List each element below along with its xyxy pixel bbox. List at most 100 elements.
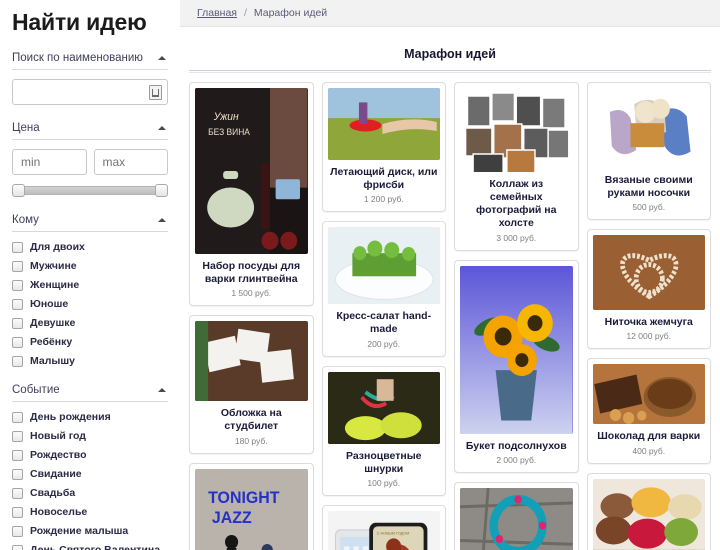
ipad-bear-case-image[interactable]: С НОВЫМ ГОДОМ: [327, 510, 440, 550]
search-box[interactable]: [12, 79, 168, 105]
checkbox-icon[interactable]: [12, 317, 23, 329]
checkbox-icon[interactable]: [12, 506, 23, 518]
idea-card[interactable]: Браслет для украшения милого сердцу запя…: [454, 481, 579, 550]
filter-checkbox-label: Новоселье: [30, 506, 88, 518]
event-group-header[interactable]: Событие: [12, 384, 168, 402]
idea-card-price: 200 руб.: [367, 338, 401, 349]
search-group-header[interactable]: Поиск по наименованию: [12, 52, 168, 70]
recipient-group-header[interactable]: Кому: [12, 214, 168, 232]
event-group-title: Событие: [12, 384, 60, 396]
idea-card-title[interactable]: Кресс-салат hand-made: [330, 310, 439, 336]
price-range-inputs: [12, 149, 168, 175]
price-group-header[interactable]: Цена: [12, 122, 168, 140]
filter-checkbox-item[interactable]: День Святого Валентина: [12, 544, 168, 550]
idea-card[interactable]: Кресс-салат hand-made 200 руб.: [321, 221, 446, 357]
price-group-title: Цена: [12, 122, 40, 134]
cress-salad-image[interactable]: [327, 227, 440, 305]
price-range-slider[interactable]: [12, 184, 168, 197]
recipient-options: Для двоих Мужчине Женщине Юноше Девушке Ребён…: [12, 241, 168, 367]
checkbox-icon[interactable]: [12, 449, 23, 461]
checkbox-icon[interactable]: [12, 411, 23, 423]
turquoise-bracelet-image[interactable]: [460, 487, 573, 550]
idea-card[interactable]: TONIGHT JAZZ: [189, 462, 314, 550]
chevron-up-icon[interactable]: [158, 218, 166, 222]
frisbee-image[interactable]: [327, 88, 440, 160]
filter-checkbox-item[interactable]: День рождения: [12, 411, 168, 423]
idea-card[interactable]: Летающий диск, или фрисби 1 200 руб.: [321, 82, 446, 213]
checkbox-icon[interactable]: [12, 487, 23, 499]
idea-card-title[interactable]: Букет подсолнухов: [462, 440, 571, 453]
checkbox-icon[interactable]: [12, 468, 23, 480]
idea-card-title[interactable]: Шоколад для варки: [595, 430, 704, 443]
idea-card-title[interactable]: Разноцветные шнурки: [330, 450, 439, 476]
chevron-up-icon[interactable]: [158, 388, 166, 392]
idea-card-title[interactable]: Летающий диск, или фрисби: [330, 166, 439, 192]
filter-checkbox-item[interactable]: Рождество: [12, 449, 168, 461]
checkbox-icon[interactable]: [12, 430, 23, 442]
checkbox-icon[interactable]: [12, 260, 23, 272]
idea-card-title[interactable]: Ниточка жемчуга: [595, 316, 704, 329]
filter-checkbox-item[interactable]: Женщине: [12, 279, 168, 291]
idea-card[interactable]: С НОВЫМ ГОДОМ: [321, 504, 446, 550]
chevron-up-icon[interactable]: [158, 56, 166, 60]
macarons-image[interactable]: [592, 478, 705, 550]
idea-card[interactable]: Разноцветные шнурки 100 руб.: [321, 365, 446, 496]
idea-card-title[interactable]: Набор посуды для варки глинтвейна: [197, 260, 306, 286]
cooking-chocolate-image[interactable]: [592, 364, 705, 425]
chevron-up-icon[interactable]: [158, 126, 166, 130]
mulled-wine-set-image[interactable]: Ужин БЕЗ ВИНА: [195, 88, 308, 254]
idea-card-price: 180 руб.: [234, 435, 268, 446]
event-options: День рождения Новый год Рождество Свидание С…: [12, 411, 168, 550]
checkbox-icon[interactable]: [12, 355, 23, 367]
colorful-shoelaces-image[interactable]: [327, 371, 440, 444]
filter-checkbox-item[interactable]: Девушке: [12, 317, 168, 329]
slider-track[interactable]: [12, 186, 168, 195]
filter-checkbox-label: День рождения: [30, 411, 111, 423]
price-max-input[interactable]: [93, 149, 168, 175]
search-input[interactable]: [13, 80, 167, 104]
idea-grid: Ужин БЕЗ ВИНА Набор посуды для варки глинт…: [180, 73, 720, 550]
family-photo-collage-image[interactable]: [460, 88, 573, 172]
tonight-jazz-graffiti-image[interactable]: TONIGHT JAZZ: [195, 468, 308, 550]
pearl-necklace-heart-image[interactable]: [592, 235, 705, 311]
idea-card[interactable]: Коллаж из семейных фотографий на холсте 3…: [454, 82, 579, 251]
filter-checkbox-item[interactable]: Юноше: [12, 298, 168, 310]
checkbox-icon[interactable]: [12, 298, 23, 310]
idea-card-title[interactable]: Коллаж из семейных фотографий на холсте: [462, 178, 571, 231]
idea-card[interactable]: Вязаные своими руками носочки 500 руб.: [586, 82, 711, 221]
filter-checkbox-item[interactable]: Новоселье: [12, 506, 168, 518]
filter-checkbox-item[interactable]: Ребёнку: [12, 336, 168, 348]
filter-checkbox-item[interactable]: Новый год: [12, 430, 168, 442]
idea-card[interactable]: Шоколад для варки 400 руб.: [586, 358, 711, 464]
filter-checkbox-item[interactable]: Малышу: [12, 355, 168, 367]
student-card-cover-image[interactable]: [195, 321, 308, 402]
idea-card-title[interactable]: Вязаные своими руками носочки: [595, 174, 704, 200]
filter-checkbox-item[interactable]: Мужчине: [12, 260, 168, 272]
filter-sidebar: Найти идею Поиск по наименованию Цена mi…: [0, 0, 180, 550]
save-icon[interactable]: [149, 85, 162, 100]
checkbox-icon[interactable]: [12, 525, 23, 537]
idea-card[interactable]: Обложка на студбилет 180 руб.: [189, 315, 314, 454]
checkbox-icon[interactable]: [12, 336, 23, 348]
svg-text:С НОВЫМ ГОДОМ: С НОВЫМ ГОДОМ: [376, 530, 408, 535]
sunflower-bouquet-image[interactable]: [460, 265, 573, 434]
breadcrumb-home[interactable]: Главная: [197, 7, 237, 19]
idea-card[interactable]: Букет подсолнухов 2 000 руб.: [454, 259, 579, 473]
slider-handle-max[interactable]: [155, 184, 168, 197]
checkbox-icon[interactable]: [12, 279, 23, 291]
slider-handle-min[interactable]: [12, 184, 25, 197]
price-min-input[interactable]: [12, 149, 87, 175]
filter-checkbox-item[interactable]: Рождение малыша: [12, 525, 168, 537]
idea-card[interactable]: Ниточка жемчуга 12 000 руб.: [586, 229, 711, 350]
checkbox-icon[interactable]: [12, 544, 23, 550]
filter-checkbox-item[interactable]: Свидание: [12, 468, 168, 480]
idea-card[interactable]: Набор пирожных "макарон" с разными: [586, 472, 711, 550]
checkbox-icon[interactable]: [12, 241, 23, 253]
knitted-socks-image[interactable]: [592, 88, 705, 168]
idea-card-price: 500 руб.: [632, 202, 666, 213]
filter-checkbox-item[interactable]: Свадьба: [12, 487, 168, 499]
filter-checkbox-item[interactable]: Для двоих: [12, 241, 168, 253]
search-group-title: Поиск по наименованию: [12, 52, 143, 64]
idea-card[interactable]: Ужин БЕЗ ВИНА Набор посуды для варки глинт…: [189, 82, 314, 307]
idea-card-title[interactable]: Обложка на студбилет: [197, 407, 306, 433]
